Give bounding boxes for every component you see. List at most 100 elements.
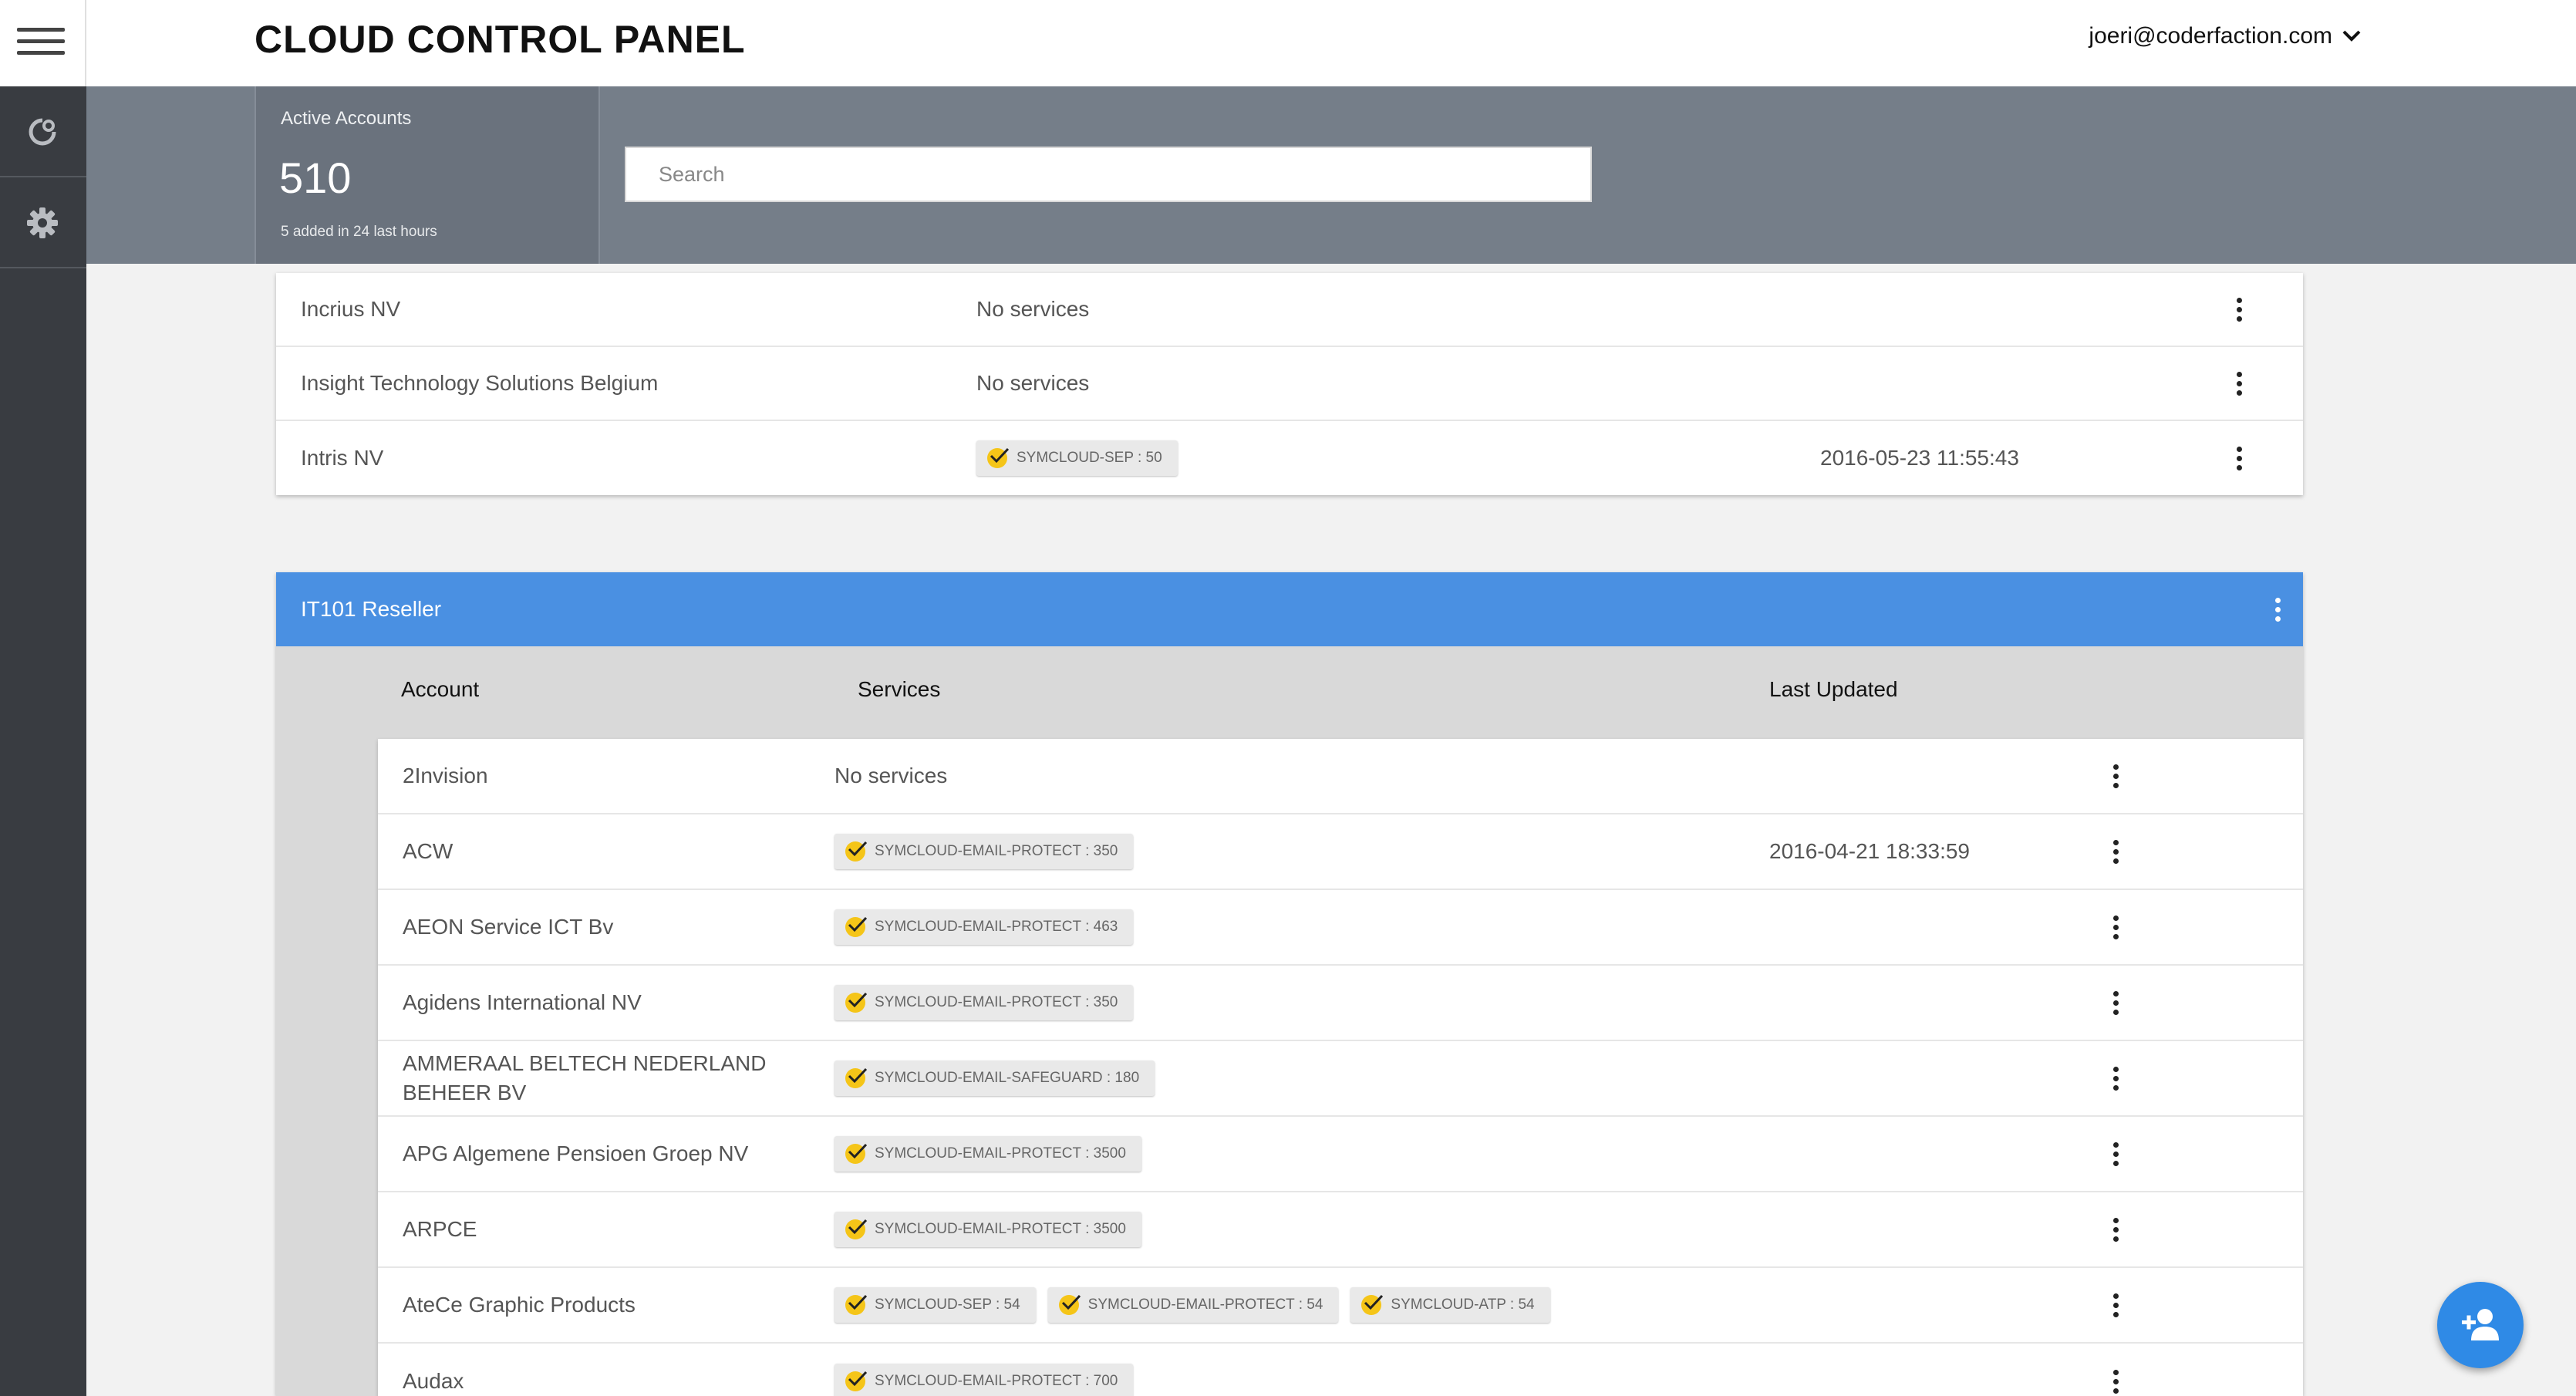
sidebar-menu-button[interactable] xyxy=(0,0,86,86)
no-services-text: No services xyxy=(976,371,1090,395)
service-chip-label: SYMCLOUD-EMAIL-PROTECT : 350 xyxy=(875,994,1118,1010)
check-badge-icon xyxy=(1058,1294,1081,1315)
table-row[interactable]: ACW SYMCLOUD-EMAIL-PROTECT : 350 2016-04-2… xyxy=(378,814,2303,890)
row-more-button[interactable] xyxy=(2104,1117,2127,1191)
service-chip[interactable]: SYMCLOUD-ATP : 54 xyxy=(1350,1287,1550,1323)
account-name: Intris NV xyxy=(301,446,384,470)
services-cell: No services xyxy=(976,273,1089,346)
group-title: IT101 Reseller xyxy=(301,597,442,621)
stat-count: 510 xyxy=(279,153,352,202)
account-name: Audax xyxy=(403,1369,464,1393)
hamburger-icon[interactable] xyxy=(17,26,65,57)
service-chip[interactable]: SYMCLOUD-EMAIL-PROTECT : 3500 xyxy=(835,1136,1141,1172)
services-cell: SYMCLOUD-EMAIL-PROTECT : 3500 xyxy=(835,1192,1141,1266)
gear-icon xyxy=(27,207,58,238)
user-email[interactable]: joeri@coderfaction.com xyxy=(2089,23,2332,49)
add-user-icon xyxy=(2462,1309,2499,1340)
service-chip[interactable]: SYMCLOUD-EMAIL-PROTECT : 700 xyxy=(835,1364,1134,1396)
search-input[interactable] xyxy=(625,147,1592,202)
table-row[interactable]: Incrius NV No services xyxy=(276,273,2303,347)
reseller-group-it101: IT101 Reseller Account Services Last Upd… xyxy=(276,572,2303,1396)
service-chip-label: SYMCLOUD-EMAIL-SAFEGUARD : 180 xyxy=(875,1070,1140,1086)
table-row[interactable]: AMMERAAL BELTECH NEDERLAND BEHEER BV SYMC… xyxy=(378,1041,2303,1117)
row-more-button[interactable] xyxy=(2104,1041,2127,1115)
row-more-button[interactable] xyxy=(2227,347,2251,420)
table-row[interactable]: 2Invision No services xyxy=(378,739,2303,814)
row-more-button[interactable] xyxy=(2104,814,2127,889)
service-chip-label: SYMCLOUD-EMAIL-PROTECT : 3500 xyxy=(875,1221,1126,1237)
account-name: AEON Service ICT Bv xyxy=(403,915,614,939)
services-cell: SYMCLOUD-EMAIL-PROTECT : 350 xyxy=(835,966,1134,1040)
row-more-button[interactable] xyxy=(2104,966,2127,1040)
no-services-text: No services xyxy=(835,764,948,787)
stats-bar: Active Accounts 510 5 added in 24 last h… xyxy=(86,86,2576,264)
stat-label: Active Accounts xyxy=(281,108,412,129)
account-name: Insight Technology Solutions Belgium xyxy=(301,371,659,395)
row-more-button[interactable] xyxy=(2227,421,2251,495)
reseller-card-previous: Incrius NV No services Insight Technology … xyxy=(276,273,2303,495)
row-more-button[interactable] xyxy=(2104,890,2127,964)
account-table: 2Invision No services ACW SYMCLOUD-EMAIL-PR… xyxy=(378,739,2303,1396)
account-name: Incrius NV xyxy=(301,297,401,321)
row-more-button[interactable] xyxy=(2227,273,2251,346)
row-more-button[interactable] xyxy=(2104,1192,2127,1266)
check-badge-icon xyxy=(845,841,868,862)
service-chip[interactable]: SYMCLOUD-SEP : 50 xyxy=(976,440,1178,476)
page-title: CLOUD CONTROL PANEL xyxy=(255,18,746,61)
services-cell: SYMCLOUD-SEP : 50 xyxy=(976,421,1178,495)
column-header-last-updated: Last Updated xyxy=(1769,677,1898,701)
top-bar: CLOUD CONTROL PANEL joeri@coderfaction.c… xyxy=(86,0,2576,86)
last-updated-date: 2016-05-23 11:55:43 xyxy=(1820,446,2019,470)
services-cell: SYMCLOUD-EMAIL-PROTECT : 3500 xyxy=(835,1117,1141,1191)
row-more-button[interactable] xyxy=(2104,1268,2127,1342)
account-name: Agidens International NV xyxy=(403,990,642,1014)
add-account-fab[interactable] xyxy=(2437,1282,2524,1368)
table-row[interactable]: Audax SYMCLOUD-EMAIL-PROTECT : 700 xyxy=(378,1344,2303,1396)
service-chip-label: SYMCLOUD-EMAIL-PROTECT : 700 xyxy=(875,1373,1118,1389)
no-services-text: No services xyxy=(976,297,1090,321)
service-chip[interactable]: SYMCLOUD-EMAIL-PROTECT : 350 xyxy=(835,985,1134,1020)
column-header-account: Account xyxy=(401,677,480,701)
services-cell: SYMCLOUD-EMAIL-PROTECT : 350 xyxy=(835,814,1134,889)
check-badge-icon xyxy=(845,916,868,937)
account-name: APG Algemene Pensioen Groep NV xyxy=(403,1141,749,1165)
sidebar-item-settings[interactable] xyxy=(0,177,86,268)
sidebar-item-refresh[interactable] xyxy=(0,86,86,177)
service-chip[interactable]: SYMCLOUD-EMAIL-PROTECT : 54 xyxy=(1047,1287,1339,1323)
table-row[interactable]: ARPCE SYMCLOUD-EMAIL-PROTECT : 3500 xyxy=(378,1192,2303,1268)
check-badge-icon xyxy=(845,1143,868,1164)
account-name: ACW xyxy=(403,839,453,863)
check-badge-icon xyxy=(845,1219,868,1239)
row-more-button[interactable] xyxy=(2104,739,2127,813)
service-chip[interactable]: SYMCLOUD-EMAIL-PROTECT : 3500 xyxy=(835,1212,1141,1247)
refresh-icon xyxy=(29,118,56,146)
services-cell: SYMCLOUD-EMAIL-PROTECT : 463 xyxy=(835,890,1134,964)
table-row[interactable]: Insight Technology Solutions Belgium No s… xyxy=(276,347,2303,421)
services-cell: No services xyxy=(835,739,947,813)
service-chip[interactable]: SYMCLOUD-EMAIL-PROTECT : 463 xyxy=(835,909,1134,945)
service-chip-label: SYMCLOUD-SEP : 54 xyxy=(875,1297,1020,1313)
account-name: AMMERAAL BELTECH NEDERLAND BEHEER BV xyxy=(403,1051,767,1104)
check-badge-icon xyxy=(845,1067,868,1088)
service-chip-label: SYMCLOUD-SEP : 50 xyxy=(1017,450,1162,466)
service-chip[interactable]: SYMCLOUD-EMAIL-PROTECT : 350 xyxy=(835,834,1134,869)
services-cell: SYMCLOUD-EMAIL-SAFEGUARD : 180 xyxy=(835,1041,1155,1115)
chevron-down-icon[interactable] xyxy=(2342,29,2362,43)
sidebar xyxy=(0,0,86,1396)
table-row[interactable]: AteCe Graphic Products SYMCLOUD-SEP : 54 S… xyxy=(378,1268,2303,1344)
service-chip-label: SYMCLOUD-EMAIL-PROTECT : 3500 xyxy=(875,1145,1126,1162)
table-row[interactable]: Agidens International NV SYMCLOUD-EMAIL-P… xyxy=(378,966,2303,1041)
account-name: AteCe Graphic Products xyxy=(403,1293,636,1317)
service-chip[interactable]: SYMCLOUD-SEP : 54 xyxy=(835,1287,1036,1323)
table-row[interactable]: Intris NV SYMCLOUD-SEP : 50 2016-05-23 11:… xyxy=(276,421,2303,495)
table-row[interactable]: APG Algemene Pensioen Groep NV SYMCLOUD-E… xyxy=(378,1117,2303,1192)
account-name: 2Invision xyxy=(403,764,488,787)
column-header-services: Services xyxy=(858,677,941,701)
check-badge-icon xyxy=(845,1294,868,1315)
active-accounts-card: Active Accounts 510 5 added in 24 last h… xyxy=(255,86,600,264)
row-more-button[interactable] xyxy=(2104,1344,2127,1396)
service-chip[interactable]: SYMCLOUD-EMAIL-SAFEGUARD : 180 xyxy=(835,1060,1155,1096)
group-more-button[interactable] xyxy=(2266,572,2289,646)
table-row[interactable]: AEON Service ICT Bv SYMCLOUD-EMAIL-PROTEC… xyxy=(378,890,2303,966)
user-menu[interactable]: joeri@coderfaction.com xyxy=(2089,23,2362,49)
